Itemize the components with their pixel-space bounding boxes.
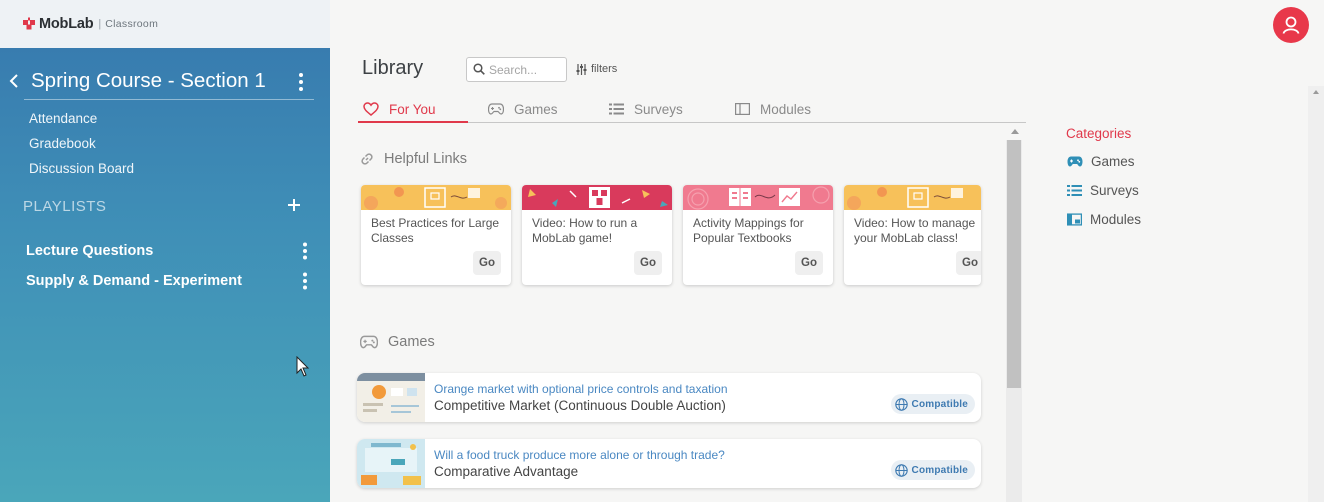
- gamepad-icon: [360, 335, 378, 349]
- helpful-link-card[interactable]: Video: How to manage your MobLab class! …: [844, 185, 981, 285]
- helpful-link-card[interactable]: Video: How to run a MobLab game! Go: [522, 185, 672, 285]
- course-header: Spring Course - Section 1: [0, 64, 330, 100]
- chevron-left-icon[interactable]: [8, 71, 20, 91]
- helpful-link-card[interactable]: Best Practices for Large Classes Go: [361, 185, 511, 285]
- playlist-item[interactable]: Lecture Questions: [26, 243, 153, 259]
- card-illustration: [847, 187, 963, 210]
- game-list-item[interactable]: Will a food truck produce more alone or …: [357, 439, 981, 488]
- card-illustration: [364, 187, 507, 210]
- card-title: Video: How to run a MobLab game!: [532, 216, 638, 245]
- course-title: Spring Course - Section 1: [31, 69, 266, 92]
- sidebar-header: MobLab | Classroom: [0, 0, 330, 48]
- badge-label: Compatible: [911, 464, 968, 476]
- card-title: Video: How to manage your MobLab class!: [854, 216, 976, 245]
- section-title: Helpful Links: [384, 151, 468, 167]
- globe-icon: [894, 397, 908, 411]
- kebab-menu-icon[interactable]: [297, 72, 305, 92]
- sidebar: MobLab | Classroom Spring Course - Secti…: [0, 0, 330, 502]
- playlist-item[interactable]: Supply & Demand - Experiment: [26, 273, 242, 289]
- nav-attendance[interactable]: Attendance: [29, 111, 97, 126]
- search-input[interactable]: [489, 61, 563, 78]
- list-icon: [1067, 185, 1082, 196]
- game-title: Competitive Market (Continuous Double Au…: [434, 398, 726, 413]
- library-tabs: For You Games Surveys Modules: [358, 96, 1026, 123]
- card-banner: [361, 185, 511, 210]
- module-icon: [735, 103, 750, 115]
- game-description: Will a food truck produce more alone or …: [434, 448, 725, 462]
- gamepad-icon: [1067, 156, 1083, 167]
- brand-name: MobLab: [39, 16, 94, 32]
- main-content: Library filters For You Games: [330, 0, 1324, 502]
- module-icon: [1067, 213, 1082, 226]
- brand-product: Classroom: [105, 18, 159, 30]
- card-banner: [683, 185, 833, 210]
- game-description: Orange market with optional price contro…: [434, 382, 728, 396]
- category-label: Games: [1091, 154, 1135, 169]
- helpful-links-heading: Helpful Links: [360, 151, 467, 167]
- kebab-menu-icon[interactable]: [301, 272, 309, 290]
- game-title: Comparative Advantage: [434, 464, 579, 479]
- tab-label: Surveys: [634, 101, 683, 117]
- go-button[interactable]: Go: [956, 251, 981, 275]
- category-label: Modules: [1090, 212, 1142, 227]
- nav-discussion-board[interactable]: Discussion Board: [29, 161, 134, 176]
- game-thumbnail: [357, 373, 425, 422]
- category-games[interactable]: Games: [1067, 154, 1135, 169]
- divider: [24, 99, 314, 100]
- section-title: Games: [388, 334, 435, 350]
- kebab-menu-icon[interactable]: [301, 242, 309, 260]
- tab-games[interactable]: Games: [488, 96, 558, 122]
- card-illustration: [528, 187, 668, 208]
- card-banner: [844, 185, 981, 210]
- badge-label: Compatible: [911, 398, 968, 410]
- compatible-badge: Compatible: [890, 394, 975, 414]
- compatible-badge: Compatible: [890, 460, 975, 480]
- link-icon: [361, 153, 373, 165]
- go-button[interactable]: Go: [473, 251, 501, 275]
- tab-label: For You: [389, 101, 436, 117]
- card-title: Best Practices for Large Classes: [371, 216, 500, 245]
- playlists-heading: PLAYLISTS: [23, 198, 107, 215]
- filters-button[interactable]: filters: [576, 62, 617, 76]
- brand-separator: |: [98, 18, 102, 30]
- scrollbar-thumb[interactable]: [1007, 140, 1021, 388]
- category-modules[interactable]: Modules: [1067, 212, 1141, 227]
- scroll-up-arrow-icon[interactable]: [1312, 88, 1320, 96]
- category-surveys[interactable]: Surveys: [1067, 183, 1139, 198]
- sliders-icon: [576, 63, 587, 75]
- games-heading: Games: [360, 334, 435, 350]
- user-icon: [1282, 16, 1300, 34]
- tab-surveys[interactable]: Surveys: [609, 96, 683, 122]
- user-avatar[interactable]: [1273, 7, 1309, 43]
- helpful-link-card[interactable]: Activity Mappings for Popular Textbooks …: [683, 185, 833, 285]
- globe-icon: [894, 463, 908, 477]
- go-button[interactable]: Go: [634, 251, 662, 275]
- search-box: [466, 57, 567, 82]
- tab-modules[interactable]: Modules: [735, 96, 811, 122]
- card-illustration: [687, 186, 830, 210]
- category-label: Surveys: [1090, 183, 1139, 198]
- heart-icon: [363, 102, 379, 116]
- tab-for-you[interactable]: For You: [363, 96, 436, 122]
- active-tab-indicator: [358, 121, 468, 123]
- search-icon: [473, 63, 485, 75]
- nav-gradebook[interactable]: Gradebook: [29, 136, 96, 151]
- card-title: Activity Mappings for Popular Textbooks: [693, 216, 804, 245]
- gamepad-icon: [488, 103, 504, 115]
- page-title: Library: [362, 57, 424, 79]
- card-banner: [522, 185, 672, 210]
- moblab-logo-icon: [23, 17, 35, 30]
- game-list-item[interactable]: Orange market with optional price contro…: [357, 373, 981, 422]
- tab-label: Games: [514, 101, 558, 117]
- game-thumbnail: [357, 439, 425, 488]
- mouse-cursor-icon: [296, 356, 310, 377]
- tab-label: Modules: [760, 101, 812, 117]
- scroll-up-arrow-icon[interactable]: [1010, 126, 1020, 136]
- filters-label: filters: [591, 63, 618, 75]
- list-icon: [609, 103, 624, 115]
- page-scrollbar-track[interactable]: [1308, 86, 1324, 502]
- go-button[interactable]: Go: [795, 251, 823, 275]
- plus-icon[interactable]: [286, 197, 302, 213]
- categories-heading: Categories: [1066, 126, 1132, 141]
